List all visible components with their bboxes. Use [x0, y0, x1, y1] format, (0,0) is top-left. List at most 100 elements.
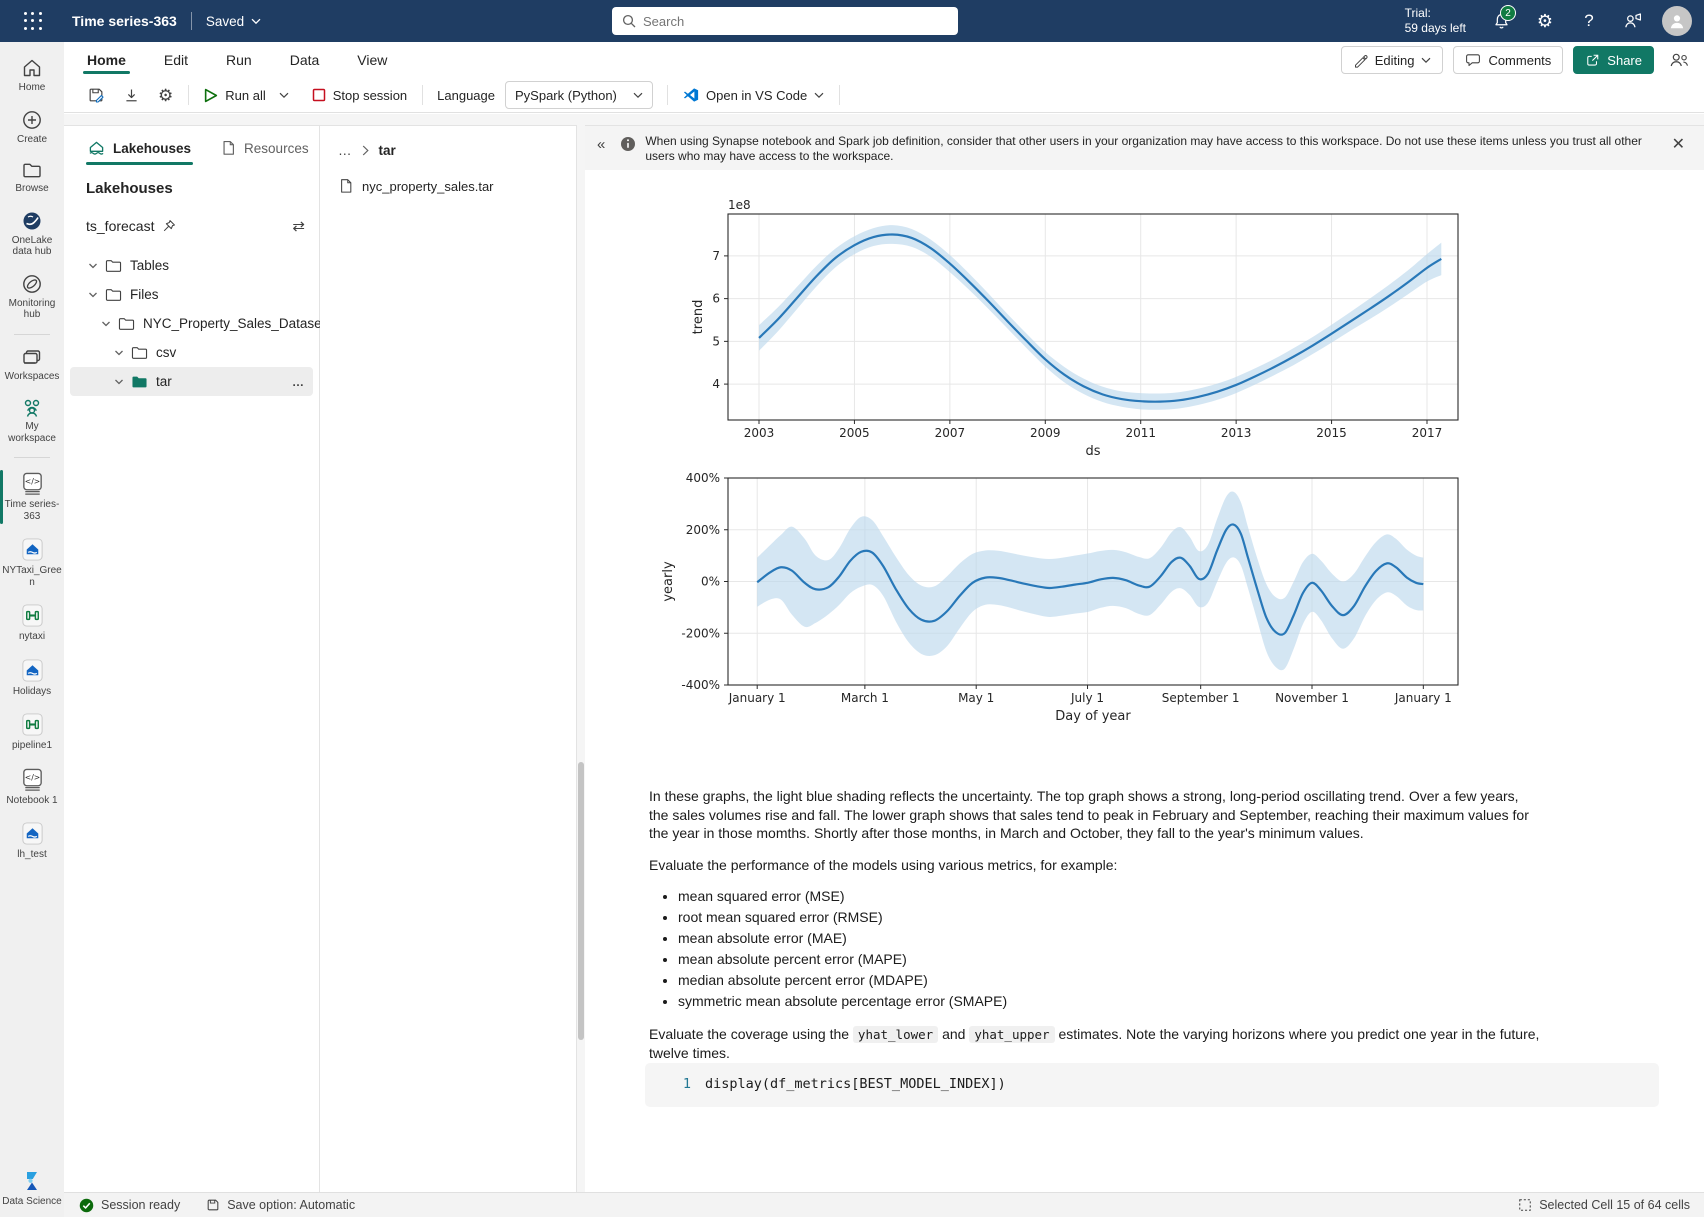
save-icon — [206, 1198, 220, 1212]
feedback-button[interactable] — [1616, 4, 1650, 38]
session-settings-button[interactable]: ⚙ — [149, 81, 182, 109]
sidebar-item-create[interactable]: Create — [0, 104, 64, 152]
lakehouse-tree: TablesFilesNYC_Property_Sales_Datasetcsv… — [64, 251, 319, 396]
language-select[interactable]: PySpark (Python) — [505, 81, 653, 109]
switch-lakehouse-icon[interactable]: ⇄ — [292, 217, 305, 235]
code-cell[interactable]: 1 display(df_metrics[BEST_MODEL_INDEX]) — [645, 1063, 1659, 1107]
markdown-cell[interactable]: In these graphs, the light blue shading … — [649, 787, 1541, 1076]
sidebar-item-label: NYTaxi_Green — [2, 565, 62, 588]
download-icon — [123, 87, 140, 104]
more-options-icon[interactable]: … — [292, 375, 305, 389]
sidebar-item-time-series-363[interactable]: </>Time series-363 — [0, 466, 64, 528]
tree-item-csv[interactable]: csv — [70, 338, 313, 367]
people-icon — [20, 397, 44, 418]
explorer-header: Lakehouses — [64, 166, 319, 197]
document-icon — [221, 140, 236, 156]
svg-text:2005: 2005 — [839, 426, 870, 440]
tab-home[interactable]: Home — [85, 44, 128, 76]
code-text[interactable]: display(df_metrics[BEST_MODEL_INDEX]) — [705, 1076, 1006, 1092]
save-status-menu[interactable]: Saved — [206, 14, 261, 29]
sidebar-item-nytaxi-green[interactable]: NYTaxi_Green — [0, 532, 64, 594]
markdown-paragraph: Evaluate the coverage using the yhat_low… — [649, 1025, 1541, 1063]
close-icon[interactable]: ✕ — [1667, 132, 1690, 156]
svg-text:-400%: -400% — [681, 678, 720, 692]
rail-divider — [14, 457, 50, 458]
sidebar-item-browse[interactable]: Browse — [0, 155, 64, 201]
chevron-down-icon[interactable] — [88, 290, 98, 300]
folder-icon — [131, 374, 148, 389]
breadcrumb-current[interactable]: tar — [379, 143, 396, 158]
presence-button[interactable] — [1664, 46, 1694, 74]
notifications-button[interactable]: 2 — [1484, 4, 1518, 38]
settings-button[interactable]: ⚙ — [1528, 4, 1562, 38]
tab-lakehouses[interactable]: Lakehouses — [86, 132, 193, 164]
svg-text:July 1: July 1 — [1070, 691, 1104, 705]
tree-item-files[interactable]: Files — [70, 280, 313, 309]
app-launcher-icon[interactable] — [16, 8, 50, 34]
run-all-button[interactable]: Run all — [195, 81, 274, 109]
tab-edit[interactable]: Edit — [162, 44, 190, 76]
share-button[interactable]: Share — [1573, 46, 1654, 74]
account-button[interactable] — [1660, 4, 1694, 38]
files-panel: … tar nyc_property_sales.tar — [320, 125, 577, 1192]
sidebar-item-holidays[interactable]: Holidays — [0, 653, 64, 704]
persona-switcher-data-science[interactable]: Data Science — [0, 1164, 64, 1214]
lakehouse-name[interactable]: ts_forecast — [86, 218, 154, 234]
lakehouse-icon — [20, 658, 45, 683]
stop-session-button[interactable]: Stop session — [303, 81, 416, 109]
data-science-icon — [20, 1169, 44, 1193]
chevron-down-icon[interactable] — [114, 348, 124, 358]
inline-code: yhat_lower — [853, 1026, 938, 1043]
breadcrumb-ellipsis-icon[interactable]: … — [338, 143, 352, 158]
tab-resources[interactable]: Resources — [219, 132, 311, 164]
svg-text:September 1: September 1 — [1162, 691, 1240, 705]
chevron-down-icon[interactable] — [88, 261, 98, 271]
sidebar-item-nytaxi[interactable]: nytaxi — [0, 598, 64, 649]
chevron-down-icon[interactable] — [101, 319, 111, 329]
sidebar-item-workspaces[interactable]: Workspaces — [0, 343, 64, 389]
file-item[interactable]: nyc_property_sales.tar — [320, 172, 576, 200]
collapse-left-icon[interactable]: « — [591, 132, 611, 157]
sidebar-item-pipeline1[interactable]: pipeline1 — [0, 707, 64, 758]
help-button[interactable]: ? — [1572, 4, 1606, 38]
svg-text:2009: 2009 — [1030, 426, 1061, 440]
sidebar-item-label: Monitoring hub — [2, 298, 62, 321]
pin-icon[interactable] — [162, 219, 176, 233]
open-vscode-button[interactable]: Open in VS Code — [674, 81, 833, 109]
feedback-icon — [1623, 11, 1643, 31]
comment-icon — [1465, 52, 1481, 68]
save-option-label: Save option: Automatic — [227, 1198, 355, 1212]
tab-run[interactable]: Run — [224, 44, 254, 76]
tab-view[interactable]: View — [355, 44, 389, 76]
sidebar-item-monitoring-hub[interactable]: Monitoring hub — [0, 268, 64, 327]
sidebar-item-notebook-1[interactable]: </>Notebook 1 — [0, 762, 64, 813]
global-search[interactable] — [612, 7, 958, 35]
workspace-warning-banner: « When using Synapse notebook and Spark … — [585, 126, 1704, 170]
import-button[interactable] — [114, 81, 149, 109]
svg-text:November 1: November 1 — [1275, 691, 1349, 705]
tree-item-nyc_property_sales_dataset[interactable]: NYC_Property_Sales_Dataset — [70, 309, 313, 338]
sidebar-item-my-workspace[interactable]: My workspace — [0, 392, 64, 450]
selection-icon — [1518, 1198, 1532, 1212]
tab-data[interactable]: Data — [288, 44, 322, 76]
chevron-down-icon — [633, 92, 643, 99]
ribbon-right-actions: Editing Comments Share — [1341, 46, 1694, 74]
sidebar-item-onelake-data-hub[interactable]: OneLake data hub — [0, 205, 64, 264]
sidebar-item-lh-test[interactable]: lh_test — [0, 816, 64, 867]
svg-text:ds: ds — [1085, 444, 1100, 459]
run-all-dropdown[interactable] — [275, 81, 293, 109]
vertical-scrollbar[interactable] — [578, 762, 584, 1040]
save-button[interactable] — [78, 81, 114, 109]
editing-mode-button[interactable]: Editing — [1341, 46, 1444, 74]
folder-icon — [105, 258, 122, 273]
editing-label: Editing — [1375, 53, 1415, 68]
toolbar-divider — [422, 85, 423, 105]
chevron-right-icon — [362, 145, 369, 156]
save-option[interactable]: Save option: Automatic — [206, 1198, 355, 1212]
tree-item-tables[interactable]: Tables — [70, 251, 313, 280]
tree-item-tar[interactable]: tar… — [70, 367, 313, 396]
chevron-down-icon[interactable] — [114, 377, 124, 387]
sidebar-item-home[interactable]: Home — [0, 52, 64, 100]
comments-button[interactable]: Comments — [1453, 46, 1563, 74]
search-input[interactable] — [643, 14, 948, 29]
